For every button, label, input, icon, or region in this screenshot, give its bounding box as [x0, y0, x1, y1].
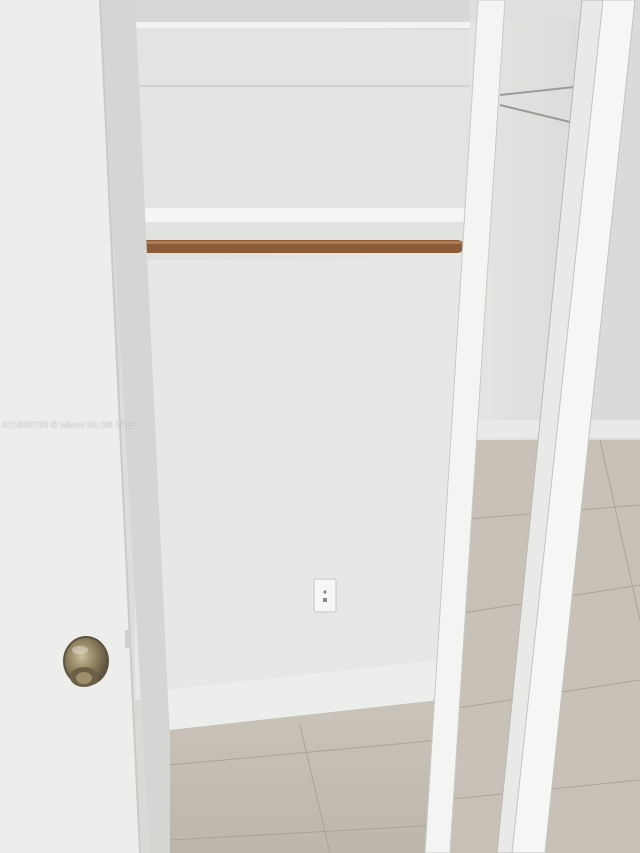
wall-outlet [313, 578, 337, 613]
lower-back-wall [135, 260, 465, 700]
listing-watermark: A11809793 © Miami MLS® 2025 [2, 420, 136, 430]
door-hinge [125, 630, 131, 648]
upper-shelf-wall [120, 0, 480, 230]
hanging-shelf [120, 208, 465, 222]
